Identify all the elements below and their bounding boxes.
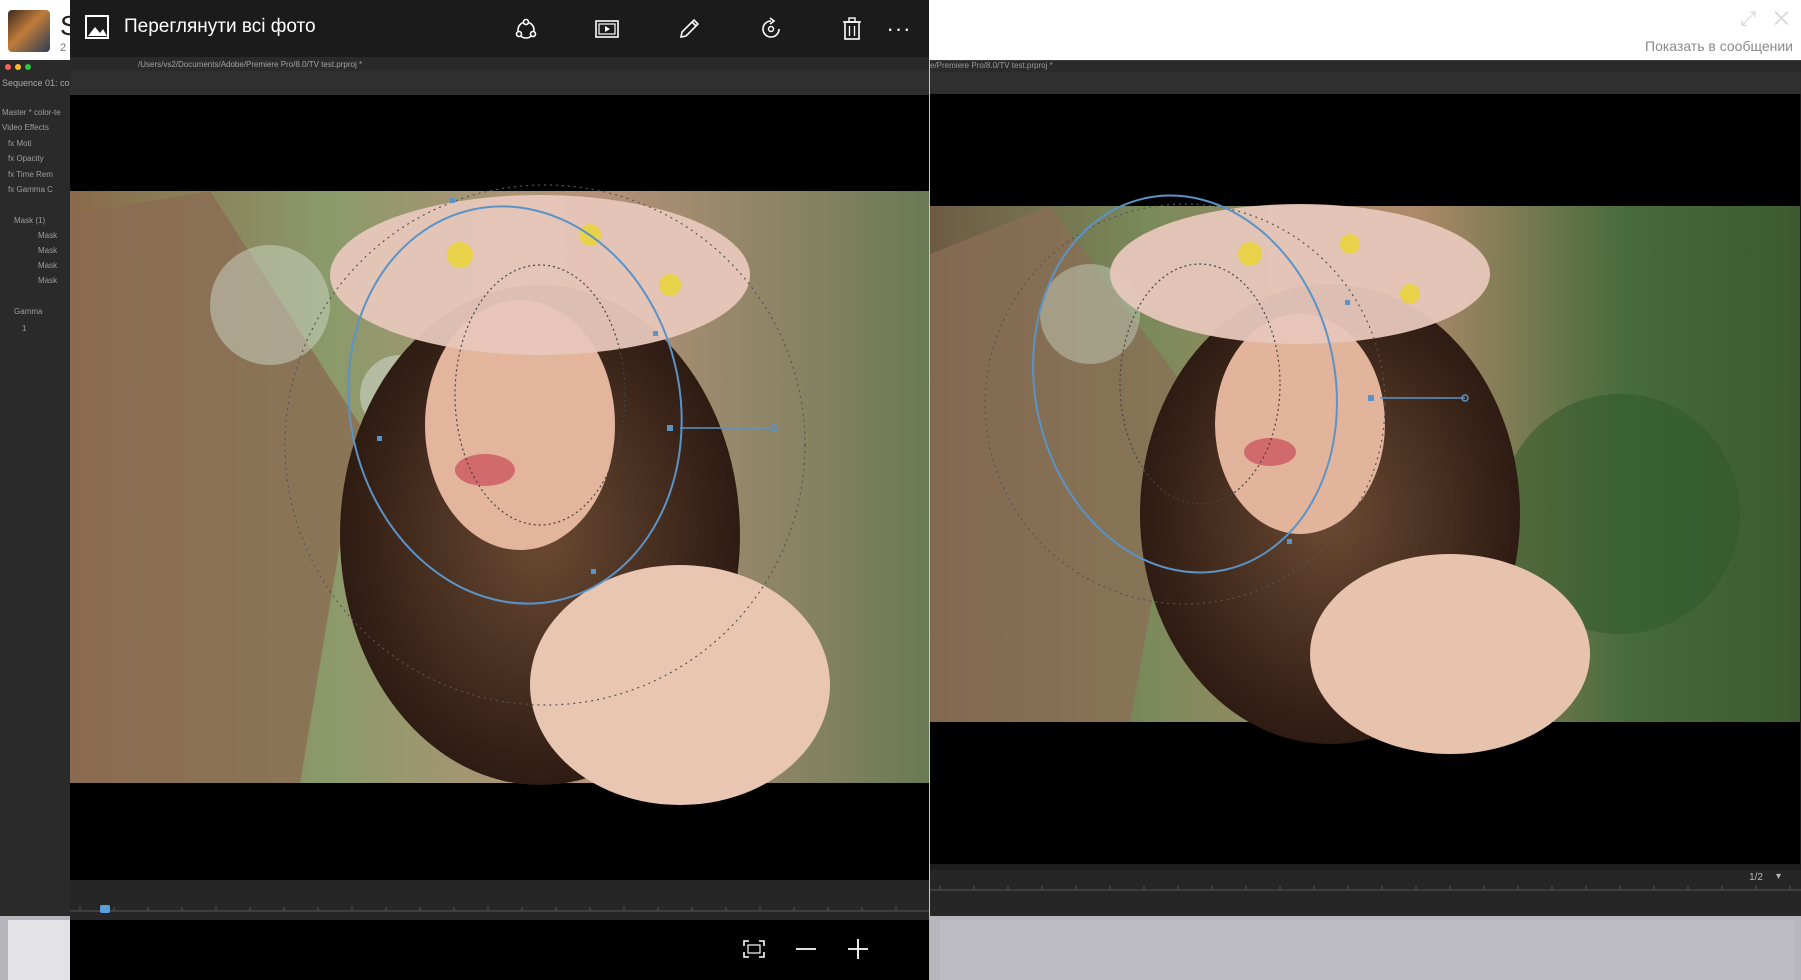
effect-row-value: 1 (22, 324, 27, 333)
show-in-message-link[interactable]: Показать в сообщении (1645, 38, 1793, 54)
effect-row-motion[interactable]: fx Moti (8, 139, 32, 148)
effect-row-mask-path[interactable]: Mask (38, 231, 57, 240)
window-traffic-lights-icon[interactable] (4, 63, 34, 71)
effect-row-mask-group[interactable]: Mask (1) (14, 216, 45, 225)
effect-row-gamma[interactable]: fx Gamma C (8, 185, 53, 194)
effect-row-gamma-param[interactable]: Gamma (14, 307, 42, 316)
viewer-toolbar: Переглянути всі фото ··· (70, 0, 929, 57)
playhead-handle[interactable] (100, 905, 110, 913)
project-path: /Users/vs2/Documents/Adobe/Premiere Pro/… (138, 60, 363, 69)
effect-row-master: Master * color-te (2, 108, 61, 117)
chevron-down-icon[interactable]: ▾ (1776, 871, 1781, 882)
premiere-program-monitor: e/Premiere Pro/8.0/TV test.prproj * 1/2 … (930, 60, 1801, 916)
window-controls-icon[interactable]: ⤢ ✕ (1740, 8, 1795, 31)
effect-row-video-effects: Video Effects (2, 123, 49, 132)
fit-to-window-icon[interactable] (735, 930, 773, 968)
more-icon[interactable]: ··· (880, 10, 918, 48)
program-monitor-toolbar (930, 72, 1801, 94)
photos-app-icon (85, 15, 109, 39)
viewed-photo[interactable] (70, 95, 929, 880)
view-all-photos-link[interactable]: Переглянути всі фото (124, 16, 316, 38)
viewer-bottom-bar (70, 920, 929, 980)
effect-row-mask-opacity[interactable]: Mask (38, 261, 57, 270)
effect-row-time-remap[interactable]: fx Time Rem (8, 170, 53, 179)
rotate-icon[interactable] (752, 10, 790, 48)
share-icon[interactable] (507, 10, 545, 48)
zoom-out-icon[interactable] (787, 930, 825, 968)
effect-row-opacity[interactable]: fx Opacity (8, 154, 44, 163)
photos-viewer-window: Переглянути всі фото ··· /Users/vs2/Docu… (70, 0, 929, 980)
project-path: e/Premiere Pro/8.0/TV test.prproj * (930, 61, 1053, 70)
program-video-frame[interactable] (930, 94, 1800, 864)
sequence-tab[interactable]: Sequence 01: co (2, 78, 70, 88)
background-app-subtitle: 2 (60, 42, 67, 54)
effect-row-mask-feather[interactable]: Mask (38, 246, 57, 255)
edit-pencil-icon[interactable] (670, 10, 708, 48)
delete-icon[interactable] (833, 10, 871, 48)
resolution-select[interactable]: 1/2 (1749, 872, 1763, 883)
effect-row-mask-expansion[interactable]: Mask (38, 276, 57, 285)
zoom-in-icon[interactable] (839, 930, 877, 968)
slideshow-icon[interactable] (588, 10, 626, 48)
bottom-right-area (940, 920, 1795, 980)
premiere-toolbar-strip (70, 71, 929, 95)
app-thumbnail-icon[interactable] (8, 10, 50, 52)
program-timeline-ruler[interactable] (930, 870, 1801, 916)
bottom-left-area (8, 920, 70, 980)
premiere-timeline-ruler[interactable] (70, 880, 929, 920)
